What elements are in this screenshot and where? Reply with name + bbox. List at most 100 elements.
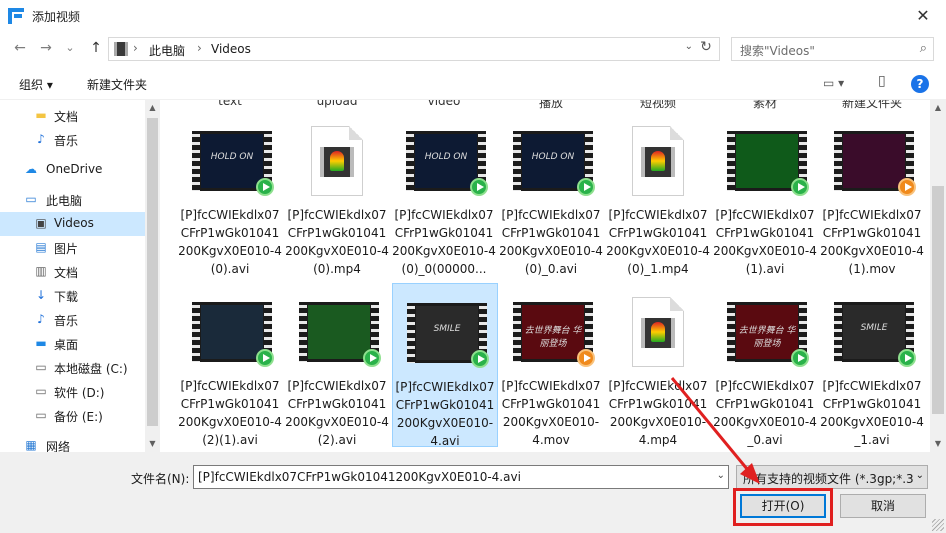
view-options-button[interactable]: ▭ ▾: [823, 76, 844, 90]
folder-label[interactable]: 新建文件夹: [822, 100, 922, 111]
sidebar-item-label: 音乐: [54, 134, 79, 148]
folder-label[interactable]: 播放: [501, 100, 601, 111]
filename-field[interactable]: [P]fcCWIEkdlx07CFrP1wGk01041200KgvX0E010…: [193, 465, 729, 489]
breadcrumb-this-pc[interactable]: 此电脑: [149, 42, 185, 59]
file-name: [P]fcCWIEkdlx07CFrP1wGk01041200KgvX0E010…: [606, 208, 710, 276]
breadcrumb-separator: ›: [133, 41, 138, 55]
film-icon: [641, 147, 675, 177]
thumbnail-caption: 去世界舞台 华丽登场: [738, 326, 796, 349]
chevron-down-icon[interactable]: ⌄: [717, 470, 725, 481]
address-bar[interactable]: › 此电脑 › Videos ⌄ ↻: [108, 37, 720, 61]
folder-label[interactable]: video: [394, 100, 494, 108]
sidebar-item-computer[interactable]: ▭ 此电脑: [0, 188, 145, 212]
file-item[interactable]: [P]fcCWIEkdlx07CFrP1wGk01041200KgvX0E010…: [606, 283, 712, 447]
search-icon[interactable]: ⌕: [920, 41, 927, 56]
sidebar-item-download[interactable]: ↓ 下载: [0, 284, 145, 308]
sidebar-item-music[interactable]: ♪ 音乐: [0, 308, 145, 332]
file-scrollbar[interactable]: ▲ ▼: [930, 100, 946, 452]
videos-folder-icon: [114, 42, 128, 56]
scroll-down-icon[interactable]: ▼: [145, 436, 160, 452]
file-item[interactable]: SMILE [P]fcCWIEkdlx07CFrP1wGk01041200KgvX…: [820, 283, 926, 447]
preview-pane-icon[interactable]: ▯: [878, 73, 886, 89]
scroll-down-icon[interactable]: ▼: [930, 436, 946, 452]
breadcrumb-videos[interactable]: Videos: [211, 42, 251, 56]
scroll-up-icon[interactable]: ▲: [930, 100, 946, 116]
cancel-button[interactable]: 取消: [840, 494, 926, 518]
music-icon: ♪: [37, 132, 45, 146]
document-icon: [632, 126, 684, 196]
file-scroll-thumb[interactable]: [932, 186, 944, 414]
nav-scroll-thumb[interactable]: [147, 118, 158, 426]
video-thumbnail: [299, 297, 381, 367]
breadcrumb-separator: ›: [197, 41, 202, 55]
file-item[interactable]: [P]fcCWIEkdlx07CFrP1wGk01041200KgvX0E010…: [285, 112, 391, 276]
organize-button[interactable]: 组织 ▾: [19, 76, 53, 93]
resize-grip[interactable]: [932, 519, 944, 531]
new-folder-button[interactable]: 新建文件夹: [87, 76, 147, 93]
desktop-icon: ▬: [35, 336, 47, 350]
forward-arrow-icon[interactable]: →: [36, 38, 56, 58]
sidebar-item-drive-d[interactable]: ▭ 软件 (D:): [0, 380, 145, 404]
file-name: [P]fcCWIEkdlx07CFrP1wGk01041200KgvX0E010…: [499, 208, 603, 276]
folder-label[interactable]: 短视频: [608, 100, 708, 111]
file-type-select[interactable]: 所有支持的视频文件 (*.3gp;*.3 ⌄: [736, 465, 928, 489]
thumbnail-caption: 去世界舞台 华丽登场: [524, 326, 582, 349]
thumbnail-caption: HOLD ON: [424, 152, 468, 162]
sidebar-item-drive-c[interactable]: ▭ 本地磁盘 (C:): [0, 356, 145, 380]
help-icon[interactable]: ?: [911, 75, 929, 93]
sidebar-item-label: 网络: [46, 440, 71, 452]
play-badge-icon: [470, 178, 488, 196]
nav-scrollbar[interactable]: ▲ ▼: [145, 100, 160, 452]
sidebar-item-pictures[interactable]: ▤ 图片: [0, 236, 145, 260]
thumbnail-caption: SMILE: [433, 324, 461, 334]
download-icon: ↓: [35, 288, 47, 302]
folder-label[interactable]: 素材: [715, 100, 815, 111]
file-item[interactable]: HOLD ON [P]fcCWIEkdlx07CFrP1wGk01041200Kg…: [499, 112, 605, 276]
thumbnail-caption: HOLD ON: [531, 152, 575, 162]
sidebar-item-network[interactable]: ▦ 网络: [0, 434, 145, 452]
recent-locations-icon[interactable]: ⌄: [60, 38, 80, 58]
play-badge-icon: [898, 349, 916, 367]
chevron-down-icon[interactable]: ⌄: [913, 470, 924, 481]
folder-label[interactable]: upload: [287, 100, 387, 108]
folder-label[interactable]: text: [180, 100, 280, 108]
drive-c-icon: ▭: [35, 360, 47, 374]
sidebar-item-folder[interactable]: ▬ 文档: [0, 104, 145, 128]
sidebar-item-label: 软件 (D:): [54, 386, 105, 400]
file-item[interactable]: [P]fcCWIEkdlx07CFrP1wGk01041200KgvX0E010…: [713, 112, 819, 276]
file-item[interactable]: [P]fcCWIEkdlx07CFrP1wGk01041200KgvX0E010…: [285, 283, 391, 447]
video-thumbnail: [727, 126, 809, 196]
sidebar-item-videos[interactable]: ▣ Videos: [0, 212, 145, 236]
file-item[interactable]: SMILE [P]fcCWIEkdlx07CFrP1wGk01041200KgvX…: [392, 283, 498, 448]
search-placeholder: 搜索"Videos": [740, 44, 815, 58]
video-thumbnail: 去世界舞台 华丽登场: [727, 297, 809, 367]
scroll-up-icon[interactable]: ▲: [145, 100, 160, 116]
drive-e-icon: ▭: [35, 408, 47, 422]
file-item[interactable]: 去世界舞台 华丽登场 [P]fcCWIEkdlx07CFrP1wGk0104120…: [499, 283, 605, 447]
file-item[interactable]: 去世界舞台 华丽登场 [P]fcCWIEkdlx07CFrP1wGk0104120…: [713, 283, 819, 447]
file-name: [P]fcCWIEkdlx07CFrP1wGk01041200KgvX0E010…: [820, 379, 924, 447]
search-input[interactable]: 搜索"Videos" ⌕: [731, 37, 934, 61]
video-thumbnail: [834, 126, 916, 196]
up-arrow-icon[interactable]: ↑: [86, 38, 106, 58]
chevron-down-icon[interactable]: ⌄: [685, 41, 693, 52]
file-item[interactable]: [P]fcCWIEkdlx07CFrP1wGk01041200KgvX0E010…: [820, 112, 926, 276]
film-icon: [320, 147, 354, 177]
sidebar-item-drive-e[interactable]: ▭ 备份 (E:): [0, 404, 145, 428]
back-arrow-icon[interactable]: ←: [10, 38, 30, 58]
app-logo-icon: [8, 8, 24, 24]
open-button[interactable]: 打开(O): [740, 494, 826, 518]
file-item[interactable]: [P]fcCWIEkdlx07CFrP1wGk01041200KgvX0E010…: [606, 112, 712, 276]
sidebar-item-documents[interactable]: ▥ 文档: [0, 260, 145, 284]
sidebar-item-desktop[interactable]: ▬ 桌面: [0, 332, 145, 356]
sidebar-item-music[interactable]: ♪ 音乐: [0, 128, 145, 152]
video-file-icon: [299, 126, 379, 196]
sidebar-item-label: 文档: [54, 266, 79, 280]
file-item[interactable]: [P]fcCWIEkdlx07CFrP1wGk01041200KgvX0E010…: [178, 283, 284, 447]
sidebar-item-cloud[interactable]: ☁ OneDrive: [0, 158, 145, 182]
file-item[interactable]: HOLD ON [P]fcCWIEkdlx07CFrP1wGk01041200Kg…: [178, 112, 284, 276]
refresh-icon[interactable]: ↻: [697, 39, 715, 55]
window-title: 添加视频: [32, 9, 81, 24]
close-icon[interactable]: ✕: [914, 6, 932, 25]
file-item[interactable]: HOLD ON [P]fcCWIEkdlx07CFrP1wGk01041200Kg…: [392, 112, 498, 276]
